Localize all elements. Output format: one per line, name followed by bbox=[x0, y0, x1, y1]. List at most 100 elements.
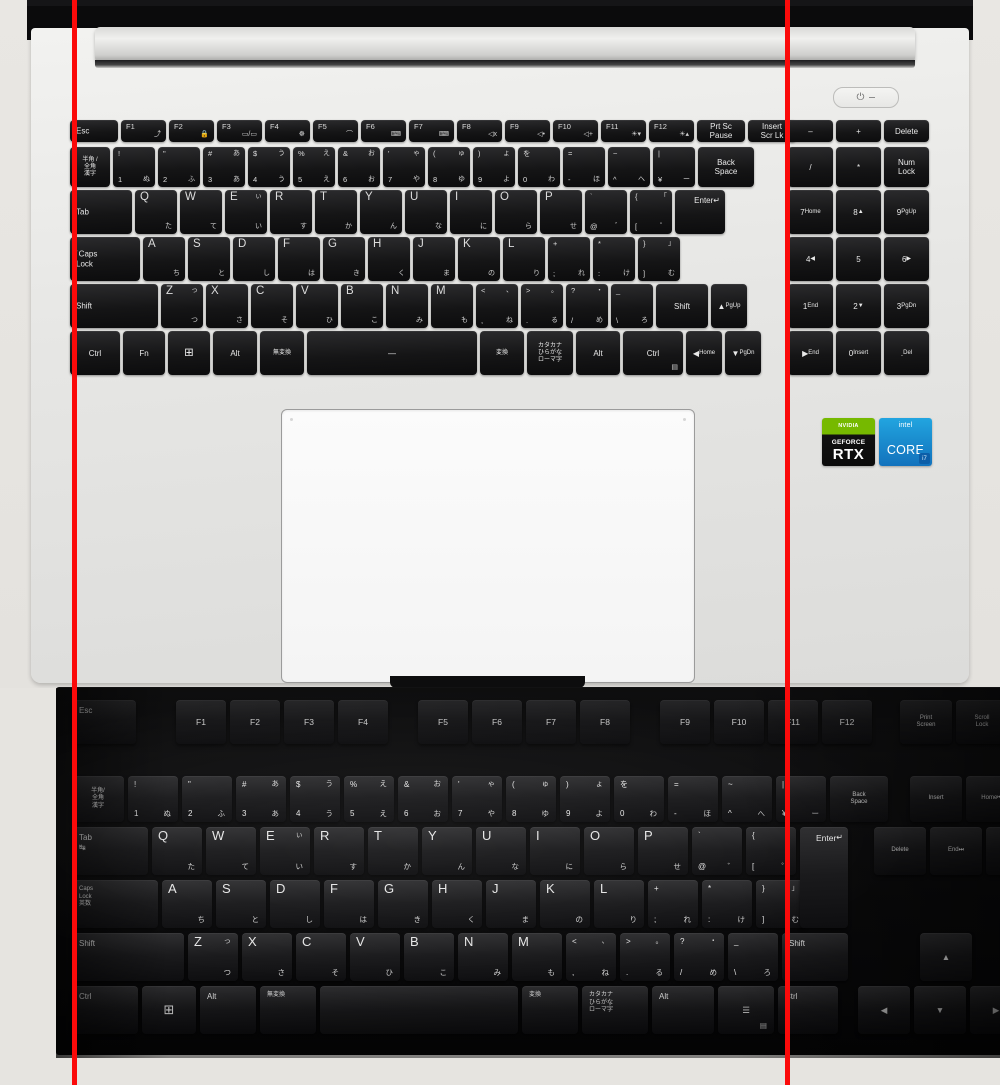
key-ext-shift-6-n[interactable]: Nみ bbox=[458, 933, 508, 981]
key-ext-home-3-d[interactable]: Dし bbox=[270, 880, 320, 928]
key-numpad-5-1-0[interactable]: 0 Insert bbox=[836, 331, 881, 375]
key-laptop-function-3-f3[interactable]: F3 ▭/▭ bbox=[217, 120, 262, 142]
key-ext-number-6-&6[interactable]: & お 6 お bbox=[398, 776, 448, 822]
key-laptop-shift-11-_\[interactable]: _ \ ろ bbox=[611, 284, 653, 328]
key-ext-function-6-f6[interactable]: F6 bbox=[472, 700, 522, 744]
key-ext-home-12-}][interactable]: } 」] む bbox=[756, 880, 806, 928]
key-ext-function-1-f1[interactable]: F1 bbox=[176, 700, 226, 744]
key-ext-shift-2-x[interactable]: Xさ bbox=[242, 933, 292, 981]
key-ext-shift-11-_\[interactable]: _ \ ろ bbox=[728, 933, 778, 981]
key-laptop-function-0-esc[interactable]: Esc bbox=[70, 120, 118, 142]
key-ext-top-13-enter[interactable]: Enter ↵ bbox=[800, 827, 848, 928]
key-ext-home-4-f[interactable]: Fは bbox=[324, 880, 374, 928]
key-laptop-number-2-"2[interactable]: " 2 ふ bbox=[158, 147, 200, 187]
key-laptop-top-3-e[interactable]: E ぃい bbox=[225, 190, 267, 234]
key-laptop-shift-5-b[interactable]: Bこ bbox=[341, 284, 383, 328]
key-ext-number-4-$4[interactable]: $ う 4 う bbox=[290, 776, 340, 822]
key-laptop-top-10-p[interactable]: Pせ bbox=[540, 190, 582, 234]
key-numpad-5-2-.[interactable]: . Del bbox=[884, 331, 929, 375]
key-ext-home-2-s[interactable]: Sと bbox=[216, 880, 266, 928]
key-ext-home-7-j[interactable]: Jま bbox=[486, 880, 536, 928]
key-ext-top-6-y[interactable]: Yん bbox=[422, 827, 472, 875]
key-ext-shift-3-c[interactable]: Cそ bbox=[296, 933, 346, 981]
key-ext-modifier-8-☰[interactable]: ☰ ▤ bbox=[718, 986, 774, 1034]
key-numpad-0-0-–[interactable]: – bbox=[788, 120, 833, 142]
key-laptop-number-6-&6[interactable]: & お 6 お bbox=[338, 147, 380, 187]
key-ext-home-9-l[interactable]: Lり bbox=[594, 880, 644, 928]
key-numpad-4-0-1[interactable]: 1 End bbox=[788, 284, 833, 328]
key-ext-number-7-'7[interactable]: ' ゃ 7 や bbox=[452, 776, 502, 822]
key-ext-function-2-f2[interactable]: F2 bbox=[230, 700, 280, 744]
key-ext-top-3-e[interactable]: E ぃい bbox=[260, 827, 310, 875]
key-laptop-shift-13-▲[interactable]: ▲ PgUp bbox=[711, 284, 747, 328]
key-laptop-home-1-a[interactable]: Aち bbox=[143, 237, 185, 281]
key-ext-top-0-tab[interactable]: Tab ↹ bbox=[72, 827, 148, 875]
key-laptop-function-5-f5[interactable]: F5 ⌒ bbox=[313, 120, 358, 142]
key-laptop-function-12-f12[interactable]: F12 ☀▴ bbox=[649, 120, 694, 142]
key-laptop-home-9-l[interactable]: Lり bbox=[503, 237, 545, 281]
key-ext-number-15-insert[interactable]: Insert bbox=[910, 776, 962, 822]
key-laptop-home-3-d[interactable]: Dし bbox=[233, 237, 275, 281]
key-ext-number-2-"2[interactable]: " 2 ふ bbox=[182, 776, 232, 822]
key-laptop-function-11-f11[interactable]: F11 ☀▾ bbox=[601, 120, 646, 142]
key-laptop-modifier-10-◀[interactable]: ◀ Home bbox=[686, 331, 722, 375]
key-ext-home-6-h[interactable]: Hく bbox=[432, 880, 482, 928]
power-button[interactable]: ⏻ bbox=[833, 87, 899, 108]
key-laptop-modifier-1-fn[interactable]: Fn bbox=[123, 331, 165, 375]
key-laptop-number-12-~^[interactable]: ~ ^ へ bbox=[608, 147, 650, 187]
key-ext-shift-8-<,[interactable]: < 、, ね bbox=[566, 933, 616, 981]
key-laptop-top-4-r[interactable]: Rす bbox=[270, 190, 312, 234]
key-ext-top-10-p[interactable]: Pせ bbox=[638, 827, 688, 875]
key-laptop-shift-2-x[interactable]: Xさ bbox=[206, 284, 248, 328]
key-ext-function-10-f10[interactable]: F10 bbox=[714, 700, 764, 744]
key-numpad-3-2-6[interactable]: 6 ▶ bbox=[884, 237, 929, 281]
key-laptop-number-3-#3[interactable]: # あ 3 あ bbox=[203, 147, 245, 187]
key-laptop-shift-12-shift[interactable]: Shift bbox=[656, 284, 708, 328]
key-ext-function-7-f7[interactable]: F7 bbox=[526, 700, 576, 744]
key-ext-number-5-%5[interactable]: % え 5 え bbox=[344, 776, 394, 822]
key-laptop-modifier-5-—[interactable]: — bbox=[307, 331, 477, 375]
key-ext-home-11-*:[interactable]: *: け bbox=[702, 880, 752, 928]
key-laptop-shift-7-m[interactable]: Mも bbox=[431, 284, 473, 328]
key-numpad-2-1-8[interactable]: 8 ▲ bbox=[836, 190, 881, 234]
key-ext-shift-13-▲[interactable]: ▲ bbox=[920, 933, 972, 981]
key-ext-modifier-5-変換[interactable]: 変換 bbox=[522, 986, 578, 1034]
key-laptop-number-14-backspace[interactable]: Back Space bbox=[698, 147, 754, 187]
key-ext-modifier-0-ctrl[interactable]: Ctrl bbox=[72, 986, 138, 1034]
key-ext-number-12-~^[interactable]: ~ ^ へ bbox=[722, 776, 772, 822]
key-laptop-top-5-t[interactable]: Tか bbox=[315, 190, 357, 234]
key-laptop-number-4-$4[interactable]: $ う 4 う bbox=[248, 147, 290, 187]
key-laptop-home-6-h[interactable]: Hく bbox=[368, 237, 410, 281]
key-laptop-top-8-i[interactable]: Iに bbox=[450, 190, 492, 234]
key-ext-shift-1-z[interactable]: Z っつ bbox=[188, 933, 238, 981]
key-ext-modifier-7-alt[interactable]: Alt bbox=[652, 986, 714, 1034]
key-laptop-modifier-7-カタカナひらがなローマ字[interactable]: カタカナ ひらがな ローマ字 bbox=[527, 331, 573, 375]
key-ext-top-7-u[interactable]: Uな bbox=[476, 827, 526, 875]
key-ext-top-16-pagedown[interactable]: PageDown▼ bbox=[986, 827, 1000, 875]
key-ext-modifier-1-⊞[interactable]: ⊞ bbox=[142, 986, 196, 1034]
key-ext-number-14-backspace[interactable]: Back Space bbox=[830, 776, 888, 822]
key-ext-shift-0-shift[interactable]: Shift bbox=[72, 933, 184, 981]
key-laptop-modifier-11-▼[interactable]: ▼ PgDn bbox=[725, 331, 761, 375]
key-numpad-2-0-7[interactable]: 7 Home bbox=[788, 190, 833, 234]
key-laptop-function-1-f1[interactable]: F1 ⤴ bbox=[121, 120, 166, 142]
key-ext-shift-7-m[interactable]: Mも bbox=[512, 933, 562, 981]
key-ext-top-9-o[interactable]: Oら bbox=[584, 827, 634, 875]
key-laptop-function-2-f2[interactable]: F2 🔒 bbox=[169, 120, 214, 142]
key-numpad-0-2-delete[interactable]: Delete bbox=[884, 120, 929, 142]
key-ext-function-9-f9[interactable]: F9 bbox=[660, 700, 710, 744]
key-ext-number-10-を0[interactable]: を 0 わ bbox=[614, 776, 664, 822]
key-ext-function-4-f4[interactable]: F4 bbox=[338, 700, 388, 744]
key-ext-top-4-r[interactable]: Rす bbox=[314, 827, 364, 875]
key-ext-modifier-2-alt[interactable]: Alt bbox=[200, 986, 256, 1034]
key-laptop-top-7-u[interactable]: Uな bbox=[405, 190, 447, 234]
key-laptop-function-7-f7[interactable]: F7 ⌨ bbox=[409, 120, 454, 142]
key-laptop-shift-10-?/[interactable]: ? ・ / め bbox=[566, 284, 608, 328]
key-numpad-3-1-5[interactable]: 5 bbox=[836, 237, 881, 281]
key-ext-home-1-a[interactable]: Aち bbox=[162, 880, 212, 928]
key-laptop-home-10-+;[interactable]: +; れ bbox=[548, 237, 590, 281]
key-ext-function-11-f11[interactable]: F11 bbox=[768, 700, 818, 744]
key-laptop-home-8-k[interactable]: Kの bbox=[458, 237, 500, 281]
key-ext-shift-12-shift[interactable]: Shift bbox=[782, 933, 848, 981]
key-ext-modifier-6-カタカナひらがなローマ字[interactable]: カタカナ ひらがな ローマ字 bbox=[582, 986, 648, 1034]
